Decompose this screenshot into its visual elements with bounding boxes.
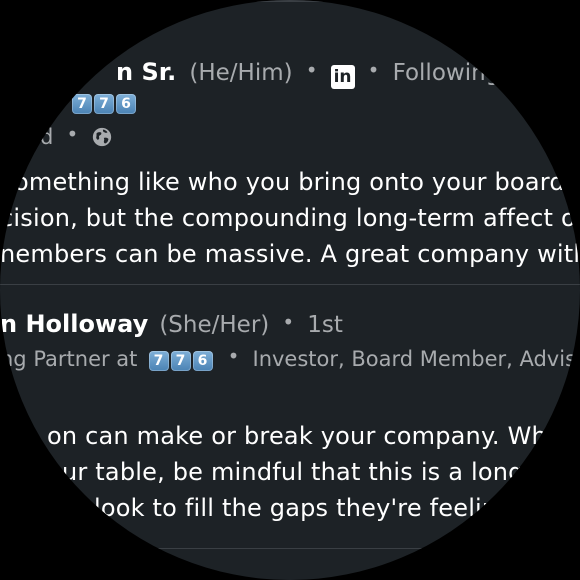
globe-icon bbox=[93, 127, 112, 147]
post2-body-line-2: ur table, be mindful that this is a long… bbox=[62, 458, 557, 486]
linkedin-feed-viewport: n Sr. (He/Him) • in • Following 776 d • … bbox=[0, 0, 580, 580]
post2-headline: ng Partner at 776 • Investor, Board Memb… bbox=[0, 344, 580, 371]
post1-author-line: n Sr. (He/Him) • in • Following bbox=[116, 58, 500, 89]
post2-connection-degree: 1st bbox=[307, 312, 343, 338]
post2-author-line: n Holloway (She/Her) • 1st bbox=[0, 310, 343, 338]
post1-headline: 776 bbox=[72, 94, 138, 114]
keycap-6-icon: 6 bbox=[116, 94, 136, 114]
post2-author-name[interactable]: n Holloway bbox=[0, 310, 148, 338]
post2-pronouns: (She/Her) bbox=[159, 312, 270, 338]
post1-body-line-3: nembers can be massive. A great company … bbox=[0, 240, 580, 268]
post1-sep-1: • bbox=[305, 58, 318, 82]
keycap-7-icon: 7 bbox=[148, 351, 169, 371]
post-divider bbox=[0, 284, 580, 285]
post1-follow-status[interactable]: Following bbox=[393, 60, 501, 86]
keycap-6-icon: 6 bbox=[192, 351, 213, 371]
keycap-7-icon: 7 bbox=[94, 94, 114, 114]
bottom-divider bbox=[0, 548, 580, 549]
post1-author-name[interactable]: n Sr. bbox=[116, 58, 176, 86]
post1-sep-2: • bbox=[367, 58, 380, 82]
post2-headline-prefix: ng Partner at bbox=[0, 347, 138, 371]
post1-sep-3: • bbox=[66, 122, 79, 146]
keycap-7-icon: 7 bbox=[170, 351, 191, 371]
post2-sep-1: • bbox=[282, 310, 295, 334]
post1-body-line-2: cision, but the compounding long-term af… bbox=[0, 204, 580, 232]
post1-timestamp: d bbox=[40, 125, 54, 149]
top-divider bbox=[240, 0, 340, 2]
keycap-7-icon: 7 bbox=[72, 94, 92, 114]
post2-body-line-1: on can make or break your company. When bbox=[47, 422, 578, 450]
post2-sep-2: • bbox=[227, 344, 240, 368]
post1-meta: d • bbox=[40, 122, 113, 149]
post2-headline-suffix: Investor, Board Member, Advisor, bbox=[252, 347, 580, 371]
post1-pronouns: (He/Him) bbox=[189, 60, 293, 86]
linkedin-icon: in bbox=[330, 65, 355, 89]
post2-body-line-3: look to fill the gaps they're feeling bbox=[94, 494, 513, 522]
post1-body-line-1: omething like who you bring onto your bo… bbox=[14, 168, 580, 196]
